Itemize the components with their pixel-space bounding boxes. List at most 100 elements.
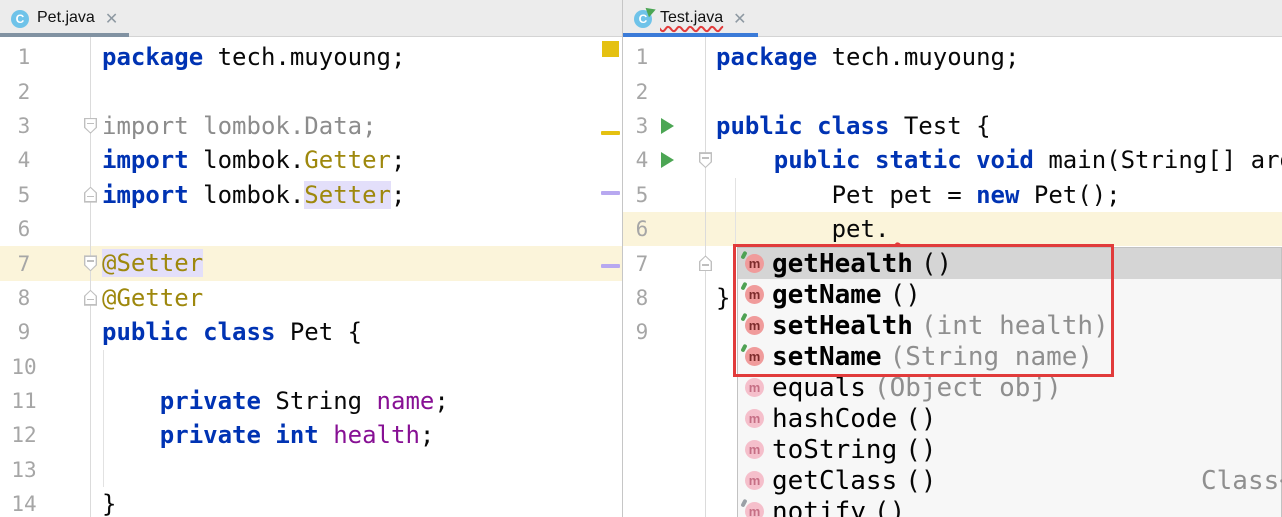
code-line[interactable]: 4 public static void main(String[] args)…: [623, 143, 1282, 177]
code-text: import lombok.Setter;: [102, 178, 405, 212]
code-line[interactable]: 4import lombok.Getter;: [0, 143, 622, 177]
fold-icon[interactable]: [699, 255, 712, 271]
line-number: 8: [0, 286, 48, 310]
code-line[interactable]: 6 pet._: [623, 212, 1282, 246]
run-overlay-icon: [646, 4, 658, 16]
java-class-icon: C: [11, 10, 29, 28]
run-icon[interactable]: [661, 118, 674, 134]
fold-icon[interactable]: [84, 187, 97, 203]
java-class-run-icon: C: [634, 10, 652, 28]
line-number: 9: [623, 320, 661, 344]
close-icon[interactable]: ✕: [105, 9, 118, 29]
code-line[interactable]: 6: [0, 212, 622, 246]
code-text: import lombok.Data;: [102, 109, 377, 143]
code-token: [716, 146, 774, 174]
code-line[interactable]: 9 public class Pet {: [0, 315, 622, 349]
code-token: lombok.: [189, 181, 305, 209]
tab-test-java[interactable]: C Test.java ✕: [623, 0, 758, 37]
fold-icon[interactable]: [84, 255, 97, 271]
code-text: @Setter: [102, 246, 203, 280]
completion-item[interactable]: mnotify(): [738, 496, 1281, 517]
annotation-rectangle: [733, 244, 1114, 377]
code-line[interactable]: 7@Setter: [0, 246, 622, 280]
completion-item[interactable]: mhashCode(): [738, 403, 1281, 434]
completion-item[interactable]: m toString (): [738, 434, 1281, 465]
line-number: 10: [0, 355, 48, 379]
fold-icon[interactable]: [699, 152, 712, 168]
gutter-separator: [90, 37, 91, 517]
code-text: }: [102, 487, 116, 517]
code-token: ;: [391, 181, 405, 209]
code-token: pet.: [716, 215, 889, 243]
code-line[interactable]: 8 @Getter: [0, 281, 622, 315]
code-line[interactable]: 3 import lombok.Data;: [0, 109, 622, 143]
completion-item[interactable]: mgetClass()Class<: [738, 465, 1281, 496]
code-token: Test {: [889, 112, 990, 140]
tab-underline: [0, 33, 129, 37]
code-line[interactable]: 10: [0, 350, 622, 384]
method-icon: m: [745, 409, 764, 428]
error-squiggle: _: [889, 215, 903, 243]
code-token: public class: [716, 112, 889, 140]
tab-label: Pet.java: [37, 9, 95, 29]
analysis-marker[interactable]: [601, 264, 620, 268]
code-token: private int: [160, 421, 319, 449]
tabbar-right: C Test.java ✕: [623, 0, 1282, 37]
line-number: 5: [0, 183, 48, 207]
close-icon[interactable]: ✕: [733, 9, 746, 29]
line-number: 5: [623, 183, 661, 207]
line-number: 8: [623, 286, 661, 310]
code-token: health: [333, 421, 420, 449]
analysis-marker[interactable]: [601, 191, 620, 195]
active-tab-underline: [623, 33, 758, 37]
line-number: 2: [0, 80, 48, 104]
method-icon: m: [745, 440, 764, 459]
analysis-marker[interactable]: [601, 131, 620, 135]
method-icon: m: [745, 502, 764, 517]
code-line[interactable]: 12 private int health;: [0, 418, 622, 452]
code-line[interactable]: 13: [0, 453, 622, 487]
final-mark-icon: [740, 499, 747, 508]
method-name: toString: [772, 435, 897, 465]
line-number: 3: [623, 114, 661, 138]
code-token: public static void: [774, 146, 1034, 174]
line-number: 12: [0, 423, 48, 447]
code-line[interactable]: 14}: [0, 487, 622, 517]
method-name: getClass: [772, 466, 897, 496]
tab-label: Test.java: [660, 9, 723, 29]
method-params: (): [905, 404, 936, 434]
code-token: name: [377, 387, 435, 415]
line-number: 14: [0, 492, 48, 516]
code-token: [319, 421, 333, 449]
fold-icon[interactable]: [84, 118, 97, 134]
code-token: import: [102, 181, 189, 209]
code-editor-pet[interactable]: 1package tech.muyoung; 2 3 import lombok.Da…: [0, 37, 622, 517]
fold-icon[interactable]: [84, 290, 97, 306]
code-line[interactable]: 5 Pet pet = new Pet();: [623, 178, 1282, 212]
line-number: 4: [0, 148, 48, 172]
line-number: 9: [0, 320, 48, 344]
run-icon[interactable]: [661, 152, 674, 168]
code-token: String: [261, 387, 377, 415]
code-line[interactable]: 1package tech.muyoung;: [623, 40, 1282, 74]
method-name: equals: [772, 373, 866, 403]
code-line[interactable]: 2: [0, 74, 622, 108]
code-text: private String name;: [102, 384, 449, 418]
code-token: lombok.: [189, 146, 305, 174]
code-token: ;: [391, 146, 405, 174]
code-token: package: [716, 43, 817, 71]
code-line[interactable]: 11 private String name;: [0, 384, 622, 418]
line-number: 3: [0, 114, 48, 138]
code-token: Setter: [304, 181, 391, 209]
code-token: @Getter: [102, 284, 203, 312]
code-text: public class Pet {: [102, 315, 362, 349]
code-line[interactable]: 2: [623, 74, 1282, 108]
method-params: (): [905, 435, 936, 465]
code-line[interactable]: 5 import lombok.Setter;: [0, 178, 622, 212]
code-token: private: [160, 387, 261, 415]
inspection-warning-square[interactable]: [602, 41, 619, 57]
code-token: tech.muyoung;: [817, 43, 1019, 71]
code-line[interactable]: 1package tech.muyoung;: [0, 40, 622, 74]
code-line[interactable]: 3 public class Test {: [623, 109, 1282, 143]
tab-pet-java[interactable]: C Pet.java ✕: [0, 0, 129, 37]
